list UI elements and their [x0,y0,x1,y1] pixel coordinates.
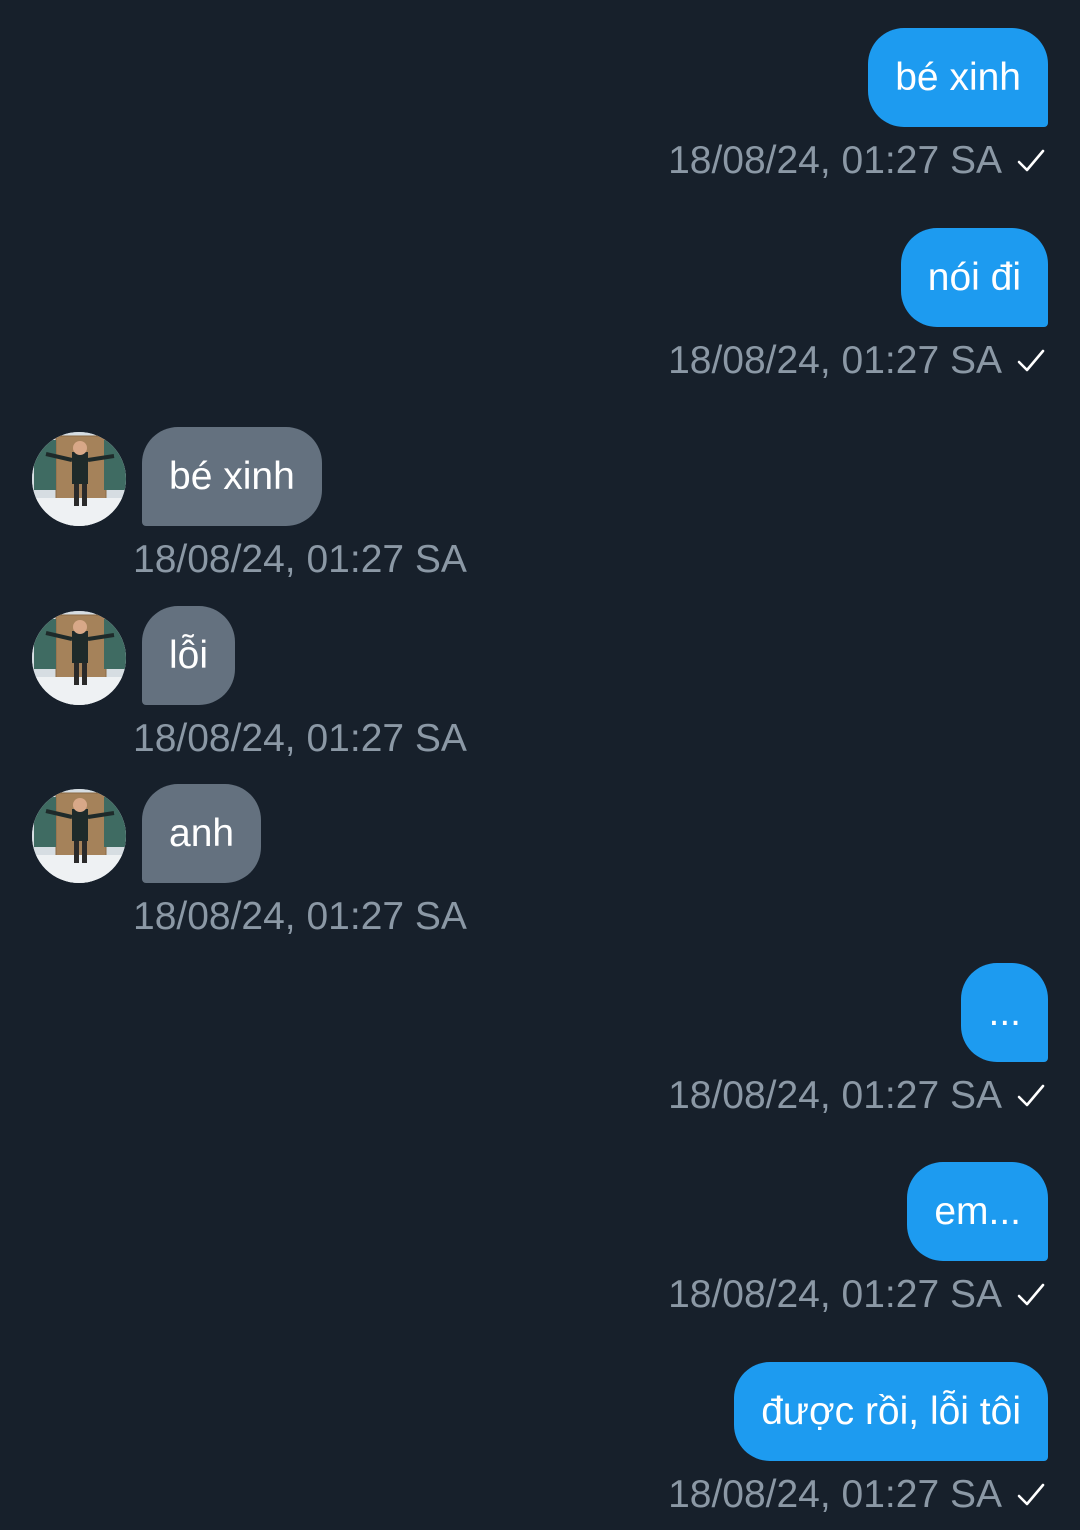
checkmark-icon [1017,1483,1045,1506]
message-meta: 18/08/24, 01:27 SA [668,336,1046,386]
message-timestamp: 18/08/24, 01:27 SA [668,1074,1002,1117]
incoming-message-bubble[interactable]: bé xinh [142,427,322,526]
avatar-image [32,789,126,883]
message-text: lỗi [169,633,209,677]
message-text: nói đi [927,255,1021,299]
contact-avatar[interactable] [32,789,126,883]
message-text: bé xinh [169,454,295,498]
message-timestamp: 18/08/24, 01:27 SA [133,717,467,760]
message-timestamp: 18/08/24, 01:27 SA [133,895,467,938]
message-text: bé xinh [895,55,1021,99]
message-timestamp: 18/08/24, 01:27 SA [668,1473,1002,1516]
message-meta: 18/08/24, 01:27 SA [133,892,467,942]
outgoing-message-bubble[interactable]: bé xinh [868,28,1048,127]
checkmark-icon [1017,1283,1045,1306]
message-meta: 18/08/24, 01:27 SA [668,136,1046,186]
avatar-image [32,611,126,705]
outgoing-message-bubble[interactable]: em... [907,1162,1048,1261]
checkmark-icon [1017,1084,1045,1107]
contact-avatar[interactable] [32,611,126,705]
message-meta: 18/08/24, 01:27 SA [668,1470,1046,1520]
incoming-message-bubble[interactable]: anh [142,784,262,883]
message-text: ... [988,990,1021,1034]
message-timestamp: 18/08/24, 01:27 SA [133,538,467,581]
incoming-message-bubble[interactable]: lỗi [142,606,236,705]
message-timestamp: 18/08/24, 01:27 SA [668,139,1002,182]
message-text: được rồi, lỗi tôi [761,1389,1021,1433]
checkmark-icon [1017,149,1045,172]
message-meta: 18/08/24, 01:27 SA [133,714,467,764]
message-text: anh [169,811,235,855]
avatar-image [32,432,126,526]
message-text: em... [934,1189,1021,1233]
message-meta: 18/08/24, 01:27 SA [668,1071,1046,1121]
message-timestamp: 18/08/24, 01:27 SA [668,339,1002,382]
checkmark-icon [1017,349,1045,372]
message-meta: 18/08/24, 01:27 SA [668,1270,1046,1320]
message-meta: 18/08/24, 01:27 SA [133,535,467,585]
outgoing-message-bubble[interactable]: ... [961,963,1048,1062]
outgoing-message-bubble[interactable]: nói đi [900,228,1048,327]
outgoing-message-bubble[interactable]: được rồi, lỗi tôi [734,1362,1048,1461]
message-timestamp: 18/08/24, 01:27 SA [668,1273,1002,1316]
contact-avatar[interactable] [32,432,126,526]
message-thread: bé xinh 18/08/24, 01:27 SA nói đi 18/08/… [0,0,1080,1530]
